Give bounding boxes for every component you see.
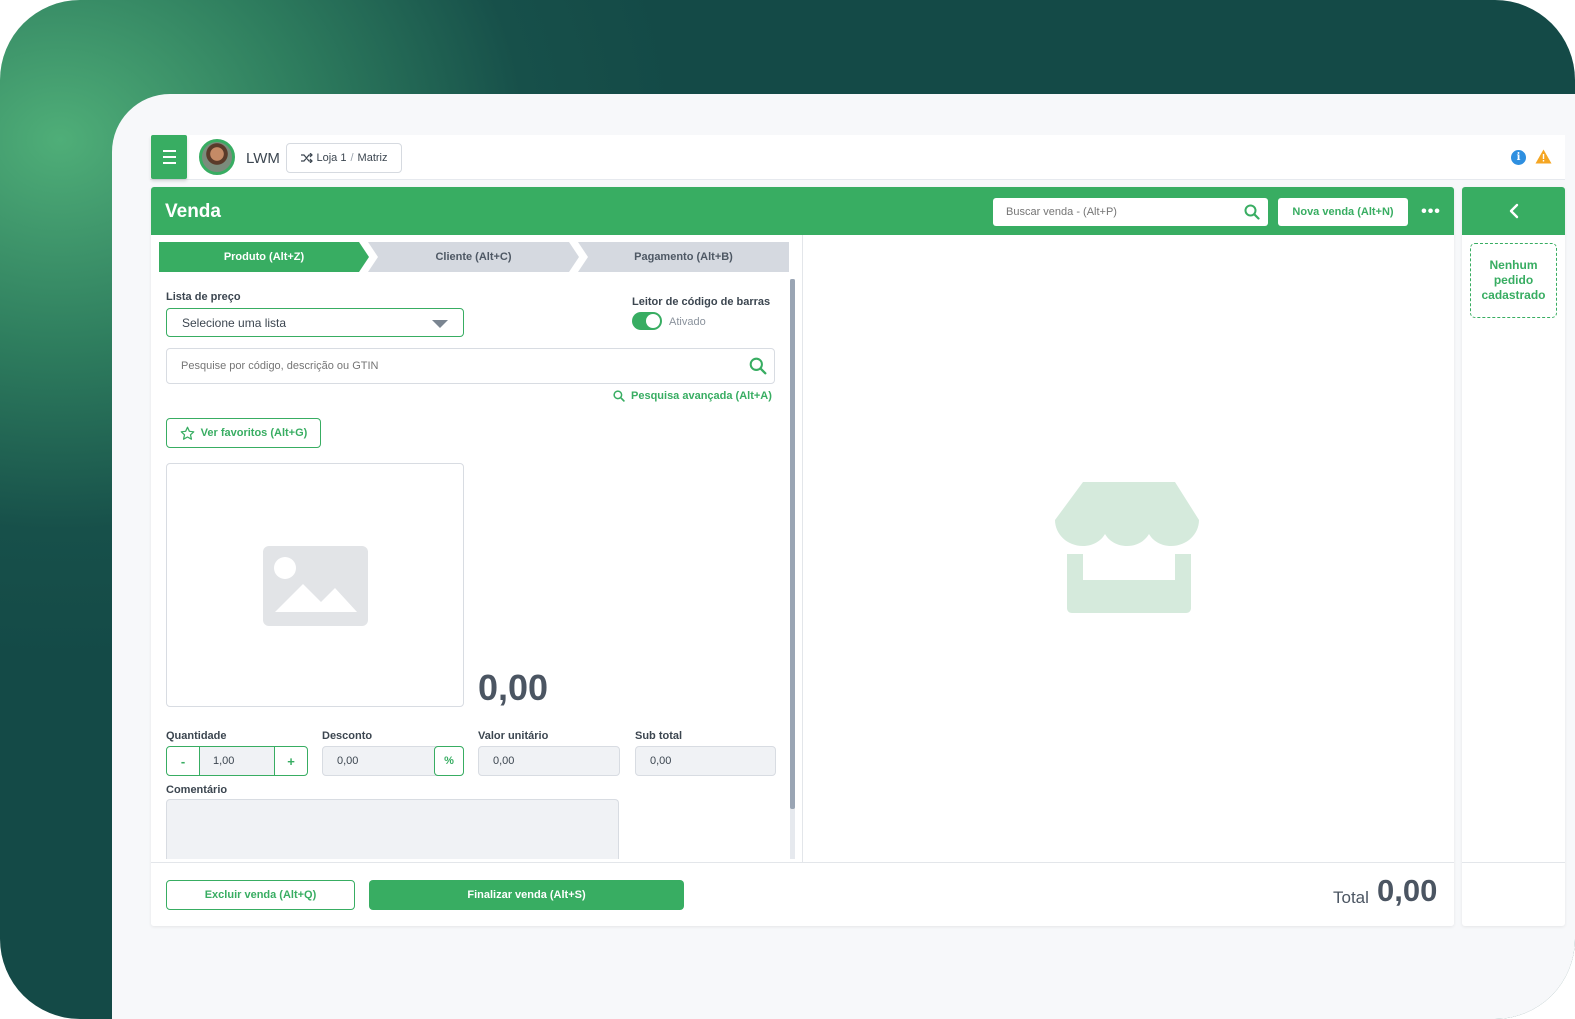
product-image bbox=[166, 463, 464, 707]
company-name: LWM bbox=[246, 150, 280, 167]
avatar[interactable] bbox=[199, 139, 235, 175]
sale-search bbox=[993, 198, 1268, 226]
store-branch: Matriz bbox=[357, 152, 388, 164]
finish-sale-button[interactable]: Finalizar venda (Alt+S) bbox=[369, 880, 684, 910]
comment-field[interactable] bbox=[166, 799, 619, 859]
panel-divider bbox=[802, 235, 803, 862]
menu-button[interactable] bbox=[151, 135, 187, 179]
total-value: 0,00 bbox=[1377, 873, 1438, 908]
favorites-button[interactable]: Ver favoritos (Alt+G) bbox=[166, 418, 321, 448]
store-switch-button[interactable]: Loja 1 / Matriz bbox=[286, 143, 402, 173]
price-list-label: Lista de preço bbox=[166, 291, 241, 303]
shuffle-icon bbox=[300, 153, 313, 163]
comment-label: Comentário bbox=[166, 784, 228, 796]
orders-side-panel: Nenhum pedido cadastrado bbox=[1462, 187, 1565, 926]
product-search bbox=[166, 348, 775, 384]
app-frame: LWM Loja 1 / Matriz i Venda Nova venda (… bbox=[0, 0, 1575, 1019]
unit-value-field[interactable]: 0,00 bbox=[478, 746, 620, 776]
search-icon[interactable] bbox=[1244, 204, 1260, 220]
sale-header: Venda Nova venda (Alt+N) ••• bbox=[151, 187, 1454, 235]
barcode-label: Leitor de código de barras bbox=[632, 296, 771, 308]
quantity-decrease-button[interactable]: - bbox=[167, 747, 199, 775]
subtotal-field: 0,00 bbox=[635, 746, 776, 776]
sale-search-input[interactable] bbox=[993, 198, 1233, 226]
search-icon[interactable] bbox=[749, 357, 767, 375]
tab-produto[interactable]: Produto (Alt+Z) bbox=[159, 242, 369, 272]
discount-type-button[interactable]: % bbox=[434, 746, 464, 776]
info-icon[interactable]: i bbox=[1511, 150, 1526, 165]
search-icon bbox=[613, 390, 625, 402]
new-sale-button[interactable]: Nova venda (Alt+N) bbox=[1278, 198, 1408, 226]
empty-orders-message: Nenhum pedido cadastrado bbox=[1470, 243, 1557, 318]
subtotal-label: Sub total bbox=[635, 730, 683, 742]
more-icon[interactable]: ••• bbox=[1419, 200, 1443, 224]
quantity-label: Quantidade bbox=[166, 730, 227, 742]
scrollbar-thumb[interactable] bbox=[790, 279, 795, 809]
quantity-input[interactable]: 1,00 bbox=[199, 747, 275, 775]
delete-sale-button[interactable]: Excluir venda (Alt+Q) bbox=[166, 880, 355, 910]
tab-cliente[interactable]: Cliente (Alt+C) bbox=[368, 242, 579, 272]
sale-card: Venda Nova venda (Alt+N) ••• Produto (Al… bbox=[151, 187, 1454, 926]
barcode-status: Ativado bbox=[669, 316, 706, 328]
price-list-value: Selecione uma lista bbox=[182, 316, 287, 330]
warning-icon[interactable] bbox=[1535, 149, 1552, 164]
discount-input[interactable]: 0,00 bbox=[337, 755, 358, 767]
product-search-input[interactable] bbox=[167, 349, 727, 383]
store-name: Loja 1 bbox=[316, 152, 347, 164]
page-title: Venda bbox=[165, 201, 221, 222]
collapse-panel-button[interactable] bbox=[1462, 187, 1565, 235]
store-separator: / bbox=[350, 152, 354, 164]
step-tabs: Produto (Alt+Z) Cliente (Alt+C) Pagament… bbox=[159, 242, 789, 272]
barcode-toggle[interactable] bbox=[632, 312, 662, 330]
sale-footer: Excluir venda (Alt+Q) Finalizar venda (A… bbox=[151, 862, 1454, 926]
favorites-label: Ver favoritos (Alt+G) bbox=[200, 427, 308, 439]
image-placeholder-icon bbox=[263, 546, 368, 626]
tab-pagamento[interactable]: Pagamento (Alt+B) bbox=[578, 242, 789, 272]
star-icon bbox=[180, 426, 195, 440]
quantity-increase-button[interactable]: + bbox=[275, 747, 307, 775]
price-list-select[interactable]: Selecione uma lista bbox=[166, 308, 464, 337]
advanced-search-link[interactable]: Pesquisa avançada (Alt+A) bbox=[613, 390, 772, 402]
discount-field: 0,00 % bbox=[322, 746, 464, 776]
store-icon bbox=[1055, 482, 1199, 613]
quantity-stepper: - 1,00 + bbox=[166, 746, 308, 776]
unit-value-label: Valor unitário bbox=[478, 730, 549, 742]
menu-icon bbox=[162, 148, 176, 166]
chevron-left-icon bbox=[1509, 203, 1518, 219]
chevron-down-icon bbox=[432, 320, 448, 328]
product-price: 0,00 bbox=[478, 667, 549, 708]
side-divider bbox=[1462, 862, 1565, 863]
total-label: Total bbox=[1333, 888, 1369, 907]
discount-label: Desconto bbox=[322, 730, 373, 742]
advanced-search-label: Pesquisa avançada (Alt+A) bbox=[631, 390, 772, 402]
